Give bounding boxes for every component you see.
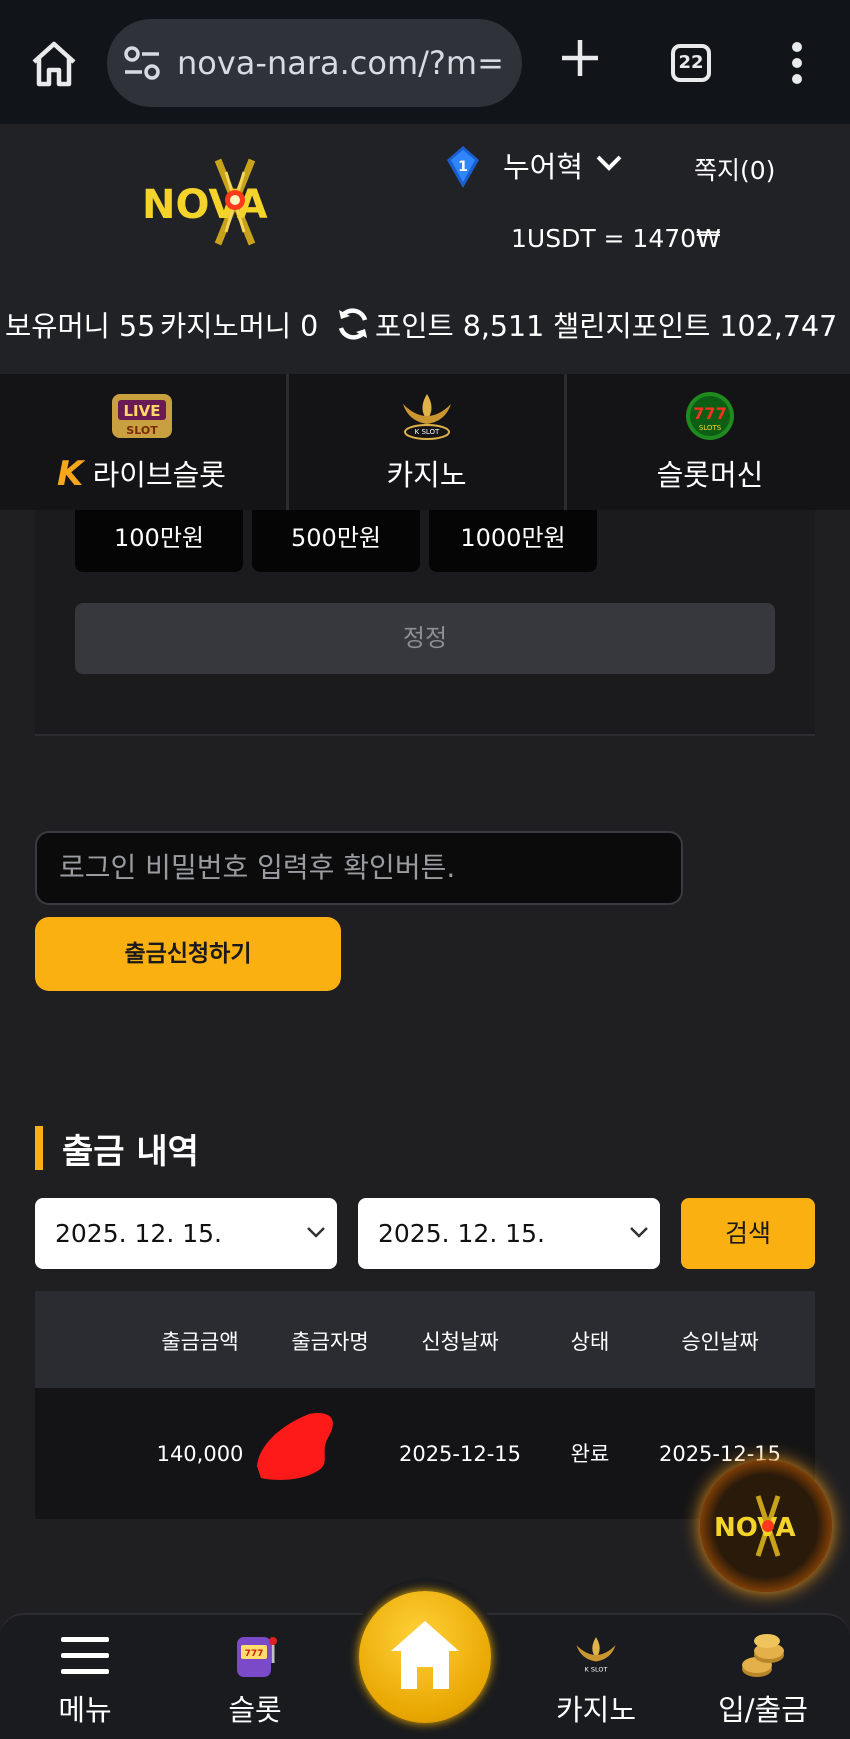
exchange-rate: 1USDT = 1470₩	[511, 224, 721, 253]
nova-logo[interactable]: NOVA	[140, 152, 330, 252]
tab-switcher-button[interactable]: 22	[671, 44, 711, 82]
column-header: 출금금액	[161, 1330, 239, 1354]
cell-amount: 140,000	[156, 1441, 244, 1466]
refresh-icon[interactable]	[335, 306, 371, 342]
holding-money: 보유머니 55	[5, 310, 156, 343]
site-settings-icon[interactable]	[123, 45, 161, 81]
nav-label: 카지노	[555, 1693, 637, 1727]
balance-row: 보유머니 55 카지노머니 0 포인트 8,511 챌린지포인트 102,747	[0, 300, 850, 350]
level-badge-icon: 1	[447, 146, 479, 188]
category-label: K 라이브슬롯	[57, 454, 226, 494]
k-slot-icon: K SLOT	[570, 1629, 622, 1681]
section-accent-bar	[35, 1126, 43, 1170]
svg-text:777: 777	[693, 404, 726, 423]
amount-panel: 100만원 500만원 1000만원 정정	[35, 510, 815, 736]
withdraw-request-button[interactable]: 출금신청하기	[35, 917, 341, 991]
slot-machine-icon: 777	[229, 1629, 281, 1681]
amount-100-button[interactable]: 100만원	[75, 510, 243, 572]
cell-status: 완료	[570, 1441, 610, 1466]
nav-label: 메뉴	[58, 1693, 112, 1727]
nav-label: 입/출금	[718, 1693, 808, 1727]
svg-text:1: 1	[458, 159, 468, 175]
casino-money: 카지노머니 0	[160, 310, 319, 343]
svg-text:NOVA: NOVA	[714, 1513, 796, 1543]
messages-link[interactable]: 쪽지(0)	[694, 151, 775, 187]
chevron-down-icon	[307, 1227, 325, 1238]
category-label: 슬롯머신	[656, 458, 764, 492]
nav-menu[interactable]: 메뉴	[10, 1615, 160, 1739]
table-header: 출금금액 출금자명 신청날짜 상태 승인날짜	[35, 1291, 815, 1388]
column-header: 상태	[570, 1330, 610, 1354]
challenge-points: 챌린지포인트 102,747	[553, 310, 838, 343]
category-label: 카지노	[386, 458, 467, 492]
category-slot-machine[interactable]: 777 SLOTS 슬롯머신	[570, 374, 850, 510]
more-options-icon[interactable]	[790, 42, 804, 84]
chevron-down-icon[interactable]	[594, 153, 624, 173]
svg-text:SLOTS: SLOTS	[699, 424, 722, 432]
password-input[interactable]: 로그인 비밀번호 입력후 확인버튼.	[35, 831, 683, 905]
nav-label: 슬롯	[228, 1693, 282, 1727]
browser-toolbar: nova-nara.com/?m= 22	[0, 0, 850, 124]
k-slot-icon: K SLOT	[395, 390, 459, 442]
search-button[interactable]: 검색	[681, 1198, 815, 1269]
end-date-select[interactable]: 2025. 12. 15.	[358, 1198, 660, 1269]
svg-text:K SLOT: K SLOT	[414, 428, 439, 436]
new-tab-icon[interactable]	[558, 36, 602, 80]
svg-text:777: 777	[245, 1649, 264, 1659]
category-casino[interactable]: K SLOT 카지노	[286, 374, 567, 510]
amount-500-button[interactable]: 500만원	[252, 510, 420, 572]
category-live-slot[interactable]: LIVE SLOT K 라이브슬롯	[0, 374, 283, 510]
column-header: 신청날짜	[421, 1330, 499, 1354]
url-text[interactable]: nova-nara.com/?m=	[177, 43, 512, 83]
start-date-value: 2025. 12. 15.	[55, 1219, 222, 1248]
address-bar[interactable]: nova-nara.com/?m=	[107, 19, 522, 107]
svg-text:SLOT: SLOT	[126, 424, 158, 437]
live-slot-icon: LIVE SLOT	[110, 390, 174, 442]
nova-logo-icon: NOVA	[714, 1495, 796, 1557]
start-date-select[interactable]: 2025. 12. 15.	[35, 1198, 337, 1269]
hamburger-menu-icon	[59, 1629, 111, 1681]
k-icon: K	[57, 454, 84, 494]
column-header: 출금자명	[291, 1330, 369, 1354]
nav-casino[interactable]: K SLOT 카지노	[521, 1615, 671, 1739]
redaction-scribble	[257, 1412, 333, 1480]
table-row: 140,000 2025-12-15 완료 2025-12-15	[35, 1388, 815, 1519]
amount-1000-button[interactable]: 1000만원	[429, 510, 597, 572]
browser-home-icon[interactable]	[28, 38, 80, 90]
username[interactable]: 누어혁	[503, 144, 583, 186]
chevron-down-icon	[630, 1227, 648, 1238]
game-category-nav: LIVE SLOT K 라이브슬롯 K SLOT 카지노 777 SLOTS 슬롯머…	[0, 374, 850, 510]
page-title: 출금 내역	[62, 1132, 199, 1172]
nav-home-button[interactable]	[359, 1591, 491, 1723]
home-icon	[391, 1621, 459, 1689]
points: 포인트 8,511	[375, 310, 545, 343]
withdrawal-history-table: 출금금액 출금자명 신청날짜 상태 승인날짜 140,000 2025-12-1…	[35, 1291, 815, 1519]
nav-deposit-withdraw[interactable]: 입/출금	[688, 1615, 838, 1739]
end-date-value: 2025. 12. 15.	[378, 1219, 545, 1248]
777-slots-icon: 777 SLOTS	[678, 390, 742, 442]
svg-text:K SLOT: K SLOT	[585, 1665, 608, 1673]
svg-text:LIVE: LIVE	[123, 402, 160, 420]
reset-button[interactable]: 정정	[75, 603, 775, 674]
cell-requested-date: 2025-12-15	[398, 1441, 522, 1466]
floating-nova-button[interactable]: NOVA	[700, 1460, 832, 1592]
column-header: 승인날짜	[681, 1330, 759, 1354]
coins-icon	[737, 1629, 789, 1681]
logo-text: NOVA	[142, 182, 268, 228]
nav-slot[interactable]: 777 슬롯	[180, 1615, 330, 1739]
